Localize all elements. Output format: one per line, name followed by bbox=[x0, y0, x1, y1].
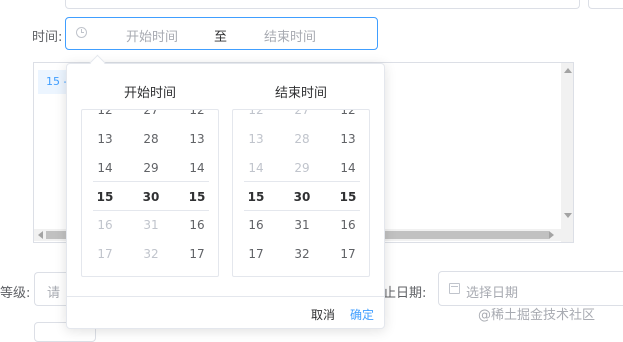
spinner-item-selected[interactable]: 15 bbox=[325, 190, 369, 204]
calendar-icon bbox=[449, 283, 460, 294]
spinner-item-selected[interactable]: 30 bbox=[279, 190, 325, 204]
text-tag: 15 - bbox=[38, 70, 68, 94]
spinner-item[interactable]: 14 bbox=[325, 161, 369, 175]
time-label: 时间: bbox=[32, 30, 63, 45]
spinner-item-selected[interactable]: 30 bbox=[128, 190, 174, 204]
spinner-item[interactable]: 12 bbox=[82, 110, 128, 117]
spinner-item[interactable]: 29 bbox=[128, 161, 174, 175]
scroll-up-icon[interactable] bbox=[564, 68, 572, 73]
cancel-button[interactable]: 取消 bbox=[311, 306, 335, 323]
top-side-input-partial[interactable] bbox=[588, 0, 623, 9]
spinner-item[interactable]: 31 bbox=[279, 218, 325, 232]
spinner-item[interactable]: 16 bbox=[325, 218, 369, 232]
watermark: @稀土掘金技术社区 bbox=[478, 308, 596, 323]
spinner-item[interactable]: 14 bbox=[82, 161, 128, 175]
spinner-item[interactable]: 32 bbox=[279, 247, 325, 261]
spinner-item-disabled: 31 bbox=[143, 218, 159, 232]
spinner-item-disabled: 12 bbox=[248, 109, 264, 117]
start-panel-title: 开始时间 bbox=[123, 86, 176, 101]
spinner-item[interactable]: 13 bbox=[174, 132, 218, 146]
popover-footer-divider bbox=[67, 296, 384, 297]
end-date-label: 止日期: bbox=[383, 286, 427, 301]
spinner-item[interactable]: 17 bbox=[325, 247, 369, 261]
range-separator: 至 bbox=[214, 30, 228, 45]
spinner-item[interactable]: 16 bbox=[174, 218, 218, 232]
confirm-button[interactable]: 确定 bbox=[350, 306, 374, 323]
spinner-item-disabled: 14 bbox=[248, 161, 264, 175]
end-panel-title: 结束时间 bbox=[274, 86, 327, 101]
spinner-item-disabled: 32 bbox=[143, 247, 159, 261]
spinner-item-disabled: 29 bbox=[294, 161, 310, 175]
clock-icon bbox=[76, 27, 87, 38]
date-placeholder: 选择日期 bbox=[466, 286, 519, 301]
spinner-item[interactable]: 13 bbox=[82, 132, 128, 146]
level-label: 等级: bbox=[0, 286, 31, 301]
start-time-input[interactable]: 开始时间 bbox=[126, 26, 178, 45]
end-time-spinner[interactable]: 12 13 14 15 16 17 27 28 29 30 31 32 12 1… bbox=[232, 109, 370, 277]
spinner-item[interactable]: 12 bbox=[325, 110, 369, 117]
spinner-item-disabled: 16 bbox=[97, 218, 113, 232]
start-time-spinner[interactable]: 12 13 14 15 16 17 27 28 29 30 31 32 12 1… bbox=[81, 109, 219, 277]
spinner-item-disabled: 17 bbox=[97, 247, 113, 261]
spinner-item-disabled: 13 bbox=[248, 132, 264, 146]
top-input-partial[interactable] bbox=[65, 0, 580, 9]
spinner-item-selected[interactable]: 15 bbox=[233, 190, 279, 204]
spinner-item[interactable]: 17 bbox=[233, 247, 279, 261]
end-time-input[interactable]: 结束时间 bbox=[264, 26, 316, 45]
spinner-item[interactable]: 17 bbox=[174, 247, 218, 261]
spinner-item-disabled: 27 bbox=[294, 109, 310, 117]
level-placeholder: 请 bbox=[47, 286, 61, 301]
spinner-item-selected[interactable]: 15 bbox=[174, 190, 218, 204]
spinner-item[interactable]: 13 bbox=[325, 132, 369, 146]
spinner-item[interactable]: 12 bbox=[174, 110, 218, 117]
spinner-item-disabled: 28 bbox=[294, 132, 310, 146]
spinner-item[interactable]: 16 bbox=[233, 218, 279, 232]
spinner-item[interactable]: 28 bbox=[128, 132, 174, 146]
spinner-item-selected[interactable]: 15 bbox=[82, 190, 128, 204]
scroll-left-icon[interactable] bbox=[38, 231, 43, 239]
scroll-down-icon[interactable] bbox=[564, 213, 572, 218]
spinner-item[interactable]: 14 bbox=[174, 161, 218, 175]
scroll-right-icon[interactable] bbox=[549, 231, 554, 239]
spinner-item[interactable]: 27 bbox=[128, 110, 174, 117]
